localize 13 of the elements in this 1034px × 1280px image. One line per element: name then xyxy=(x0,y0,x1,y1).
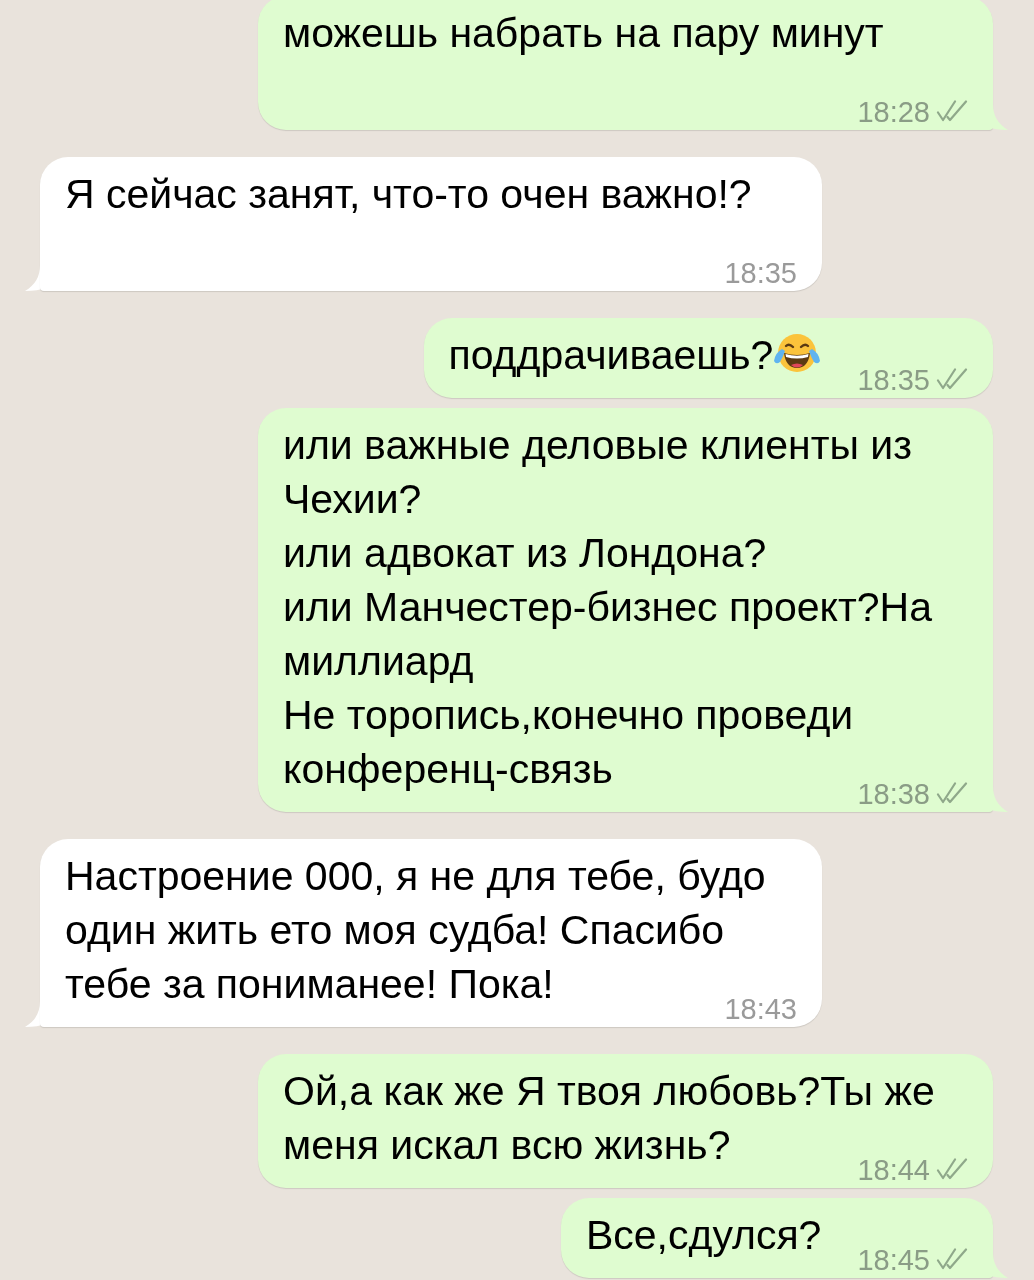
sent-message-bubble[interactable]: Все,сдулся? 18:45 xyxy=(560,1198,993,1278)
message-text: поддрачиваешь? xyxy=(448,332,774,378)
received-message-bubble[interactable]: Я сейчас занят, что-то очен важно!? 18:35 xyxy=(40,157,822,291)
message-time: 18:45 xyxy=(857,1248,930,1272)
message-time: 18:28 xyxy=(857,100,930,124)
message-time: 18:35 xyxy=(724,261,797,285)
message-text: Я сейчас занят, что-то очен важно!? xyxy=(65,171,752,217)
message-text: можешь набрать на пару минут xyxy=(283,10,884,56)
laughing-tears-emoji-icon xyxy=(773,331,822,375)
message-time: 18:35 xyxy=(857,368,930,392)
sent-message-bubble[interactable]: поддрачиваешь? 18:35 xyxy=(423,318,993,398)
message-text: Все,сдулся? xyxy=(585,1212,822,1258)
sent-message-bubble[interactable]: можешь набрать на пару минут 18:28 xyxy=(258,0,993,130)
